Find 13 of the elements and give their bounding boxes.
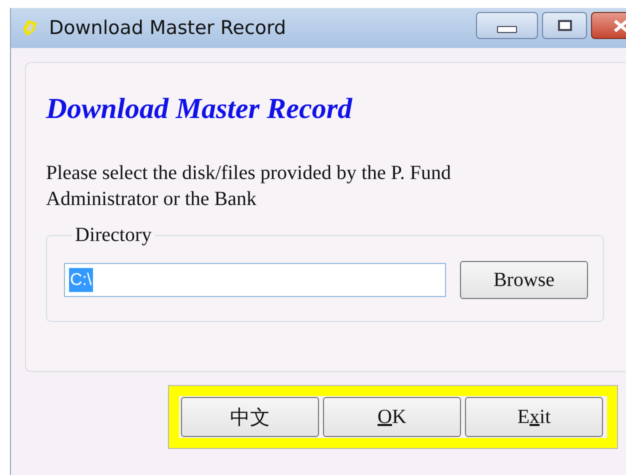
maximize-button[interactable] [542, 12, 587, 39]
instruction-text: Please select the disk/files provided by the P. Fund Administrator or the Bank [46, 161, 452, 212]
maximize-icon [558, 20, 572, 31]
minimize-button[interactable] [476, 12, 538, 39]
browse-button[interactable]: Browse [460, 261, 588, 299]
exit-button[interactable]: Exit [465, 397, 603, 437]
close-icon [612, 18, 626, 32]
minimize-icon [497, 26, 517, 33]
form-heading: Download Master Record [46, 93, 352, 126]
group-legend: Directory [72, 224, 155, 247]
window-title: Download Master Record [49, 17, 286, 39]
ok-button[interactable]: OK [323, 397, 461, 437]
language-button[interactable]: 中文 [181, 397, 319, 437]
